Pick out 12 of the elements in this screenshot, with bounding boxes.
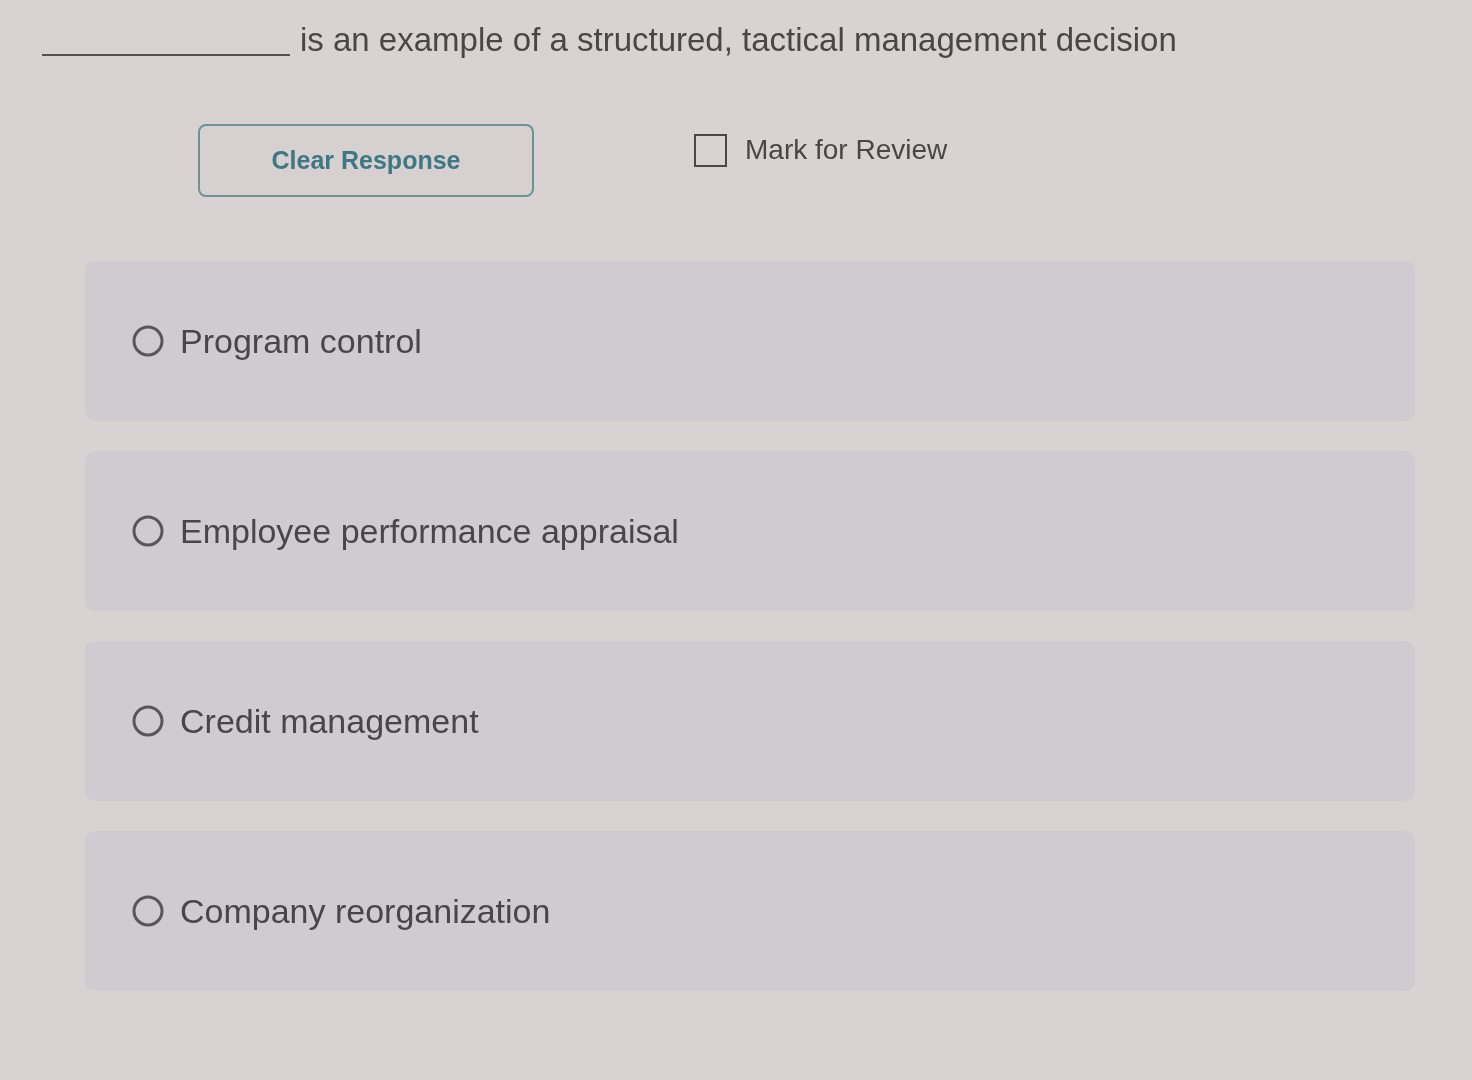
mark-for-review-label: Mark for Review	[745, 133, 948, 167]
radio-icon[interactable]	[132, 895, 164, 927]
answer-option[interactable]: Employee performance appraisal	[85, 451, 1415, 611]
question-text: is an example of a structured, tactical management decision	[300, 20, 1177, 60]
clear-response-button[interactable]: Clear Response	[198, 124, 534, 197]
answer-option[interactable]: Program control	[85, 261, 1415, 421]
answer-option[interactable]: Company reorganization	[85, 831, 1415, 991]
answer-option[interactable]: Credit management	[85, 641, 1415, 801]
checkbox[interactable]	[694, 133, 727, 167]
radio-icon[interactable]	[132, 705, 164, 737]
radio-icon[interactable]	[132, 325, 164, 357]
radio-icon[interactable]	[132, 515, 164, 547]
